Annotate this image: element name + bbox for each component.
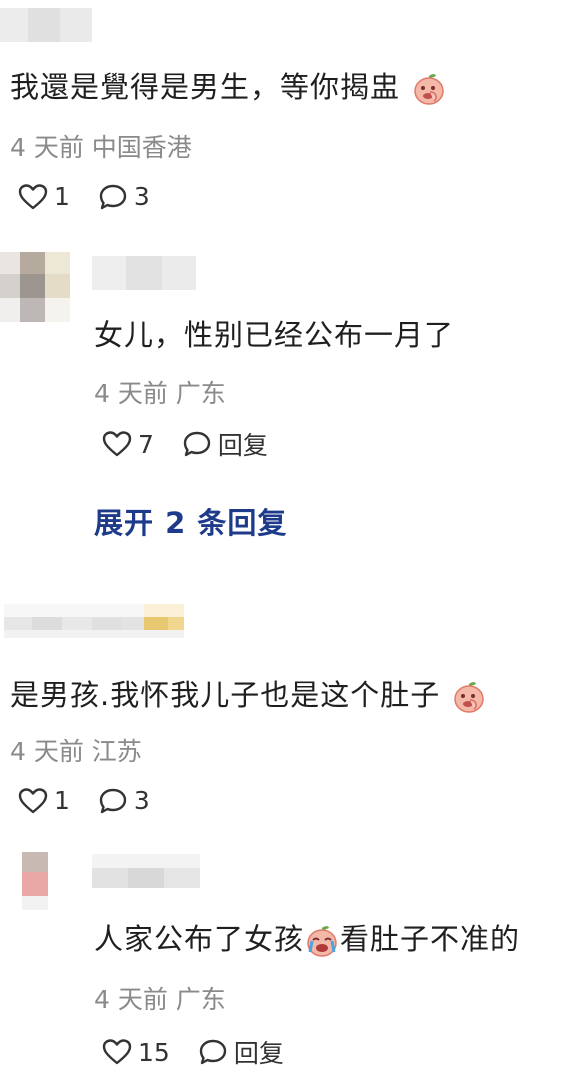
comment-bubble-icon [99,788,127,813]
heart-icon [102,1039,132,1065]
reply-label: 回复 [233,1039,284,1068]
comment-body: 是男孩.我怀我儿子也是这个肚子 [10,678,441,712]
comment-text: 我還是覺得是男生，等你揭盅 [10,64,446,106]
comment-bubble-icon [183,431,211,457]
like-count: 7 [138,429,154,459]
action-bar: 1 3 [18,182,178,211]
reply-button[interactable]: 回复 [182,426,268,462]
like-button[interactable]: 15 [102,1038,170,1067]
comment-meta: 4 天前 中国香港 [10,133,192,162]
peach-face-emoji [414,74,444,105]
comment-text: 人家公布了女孩 看肚子不准的 [94,916,520,958]
peach-face-emoji [454,682,485,713]
username-blurred[interactable] [92,854,200,888]
comment-body: 我還是覺得是男生，等你揭盅 [10,70,401,104]
like-button[interactable]: 1 [18,786,70,815]
action-bar: 15 回复 [102,1034,312,1070]
action-bar: 7 回复 [102,426,296,462]
comment-meta: 4 天前 广东 [94,379,226,408]
avatar-blurred[interactable] [0,852,70,910]
comment-bubble-icon [199,1039,227,1065]
comment-bubble-icon [99,184,127,209]
username-blurred[interactable] [92,256,196,290]
comment-meta: 4 天前 广东 [94,985,226,1014]
avatar-blurred[interactable] [0,252,70,322]
like-count: 15 [138,1037,170,1067]
reply-count: 3 [133,786,150,815]
heart-icon [102,431,132,457]
heart-icon [18,183,48,209]
reply-button[interactable]: 3 [98,182,150,211]
comment-meta: 4 天前 江苏 [10,737,142,766]
like-count: 1 [54,786,70,815]
reply-count: 3 [133,182,150,211]
expand-replies-link[interactable]: 展开 2 条回复 [94,500,287,542]
comment-body-part1: 人家公布了女孩 [94,922,305,956]
reply-label: 回复 [217,431,268,460]
heart-icon [18,787,48,813]
action-bar: 1 3 [18,786,178,815]
crying-face-emoji [307,926,337,957]
username-blurred[interactable] [4,604,184,639]
like-count: 1 [54,182,70,211]
comment-body-part2: 看肚子不准的 [340,922,521,956]
comment-text: 女儿，性别已经公布一月了 [94,318,455,352]
reply-button[interactable]: 回复 [198,1034,284,1070]
like-button[interactable]: 7 [102,430,154,459]
reply-button[interactable]: 3 [98,786,150,815]
like-button[interactable]: 1 [18,182,70,211]
username-blurred[interactable] [0,8,92,42]
comment-text: 是男孩.我怀我儿子也是这个肚子 [10,672,486,714]
